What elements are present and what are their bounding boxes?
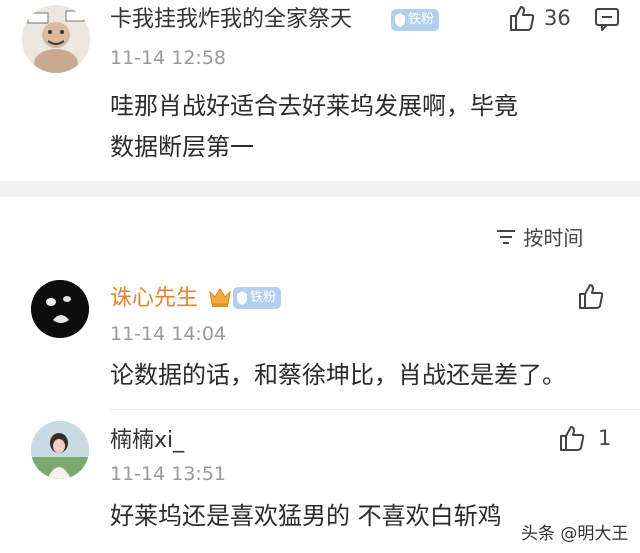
watermark: 头条 @明大王 bbox=[521, 524, 629, 544]
section-divider bbox=[0, 181, 640, 197]
top-comment-reply-button[interactable] bbox=[594, 6, 620, 32]
reply-1-badge-label: 铁粉 bbox=[250, 290, 277, 305]
sort-icon bbox=[497, 230, 515, 244]
reply-2-username[interactable]: 楠楠xi_ bbox=[110, 428, 184, 454]
top-comment-text-line-2: 数据断层第一 bbox=[110, 133, 254, 161]
fan-badge-icon bbox=[395, 13, 405, 27]
top-comment-fan-badge: 铁粉 bbox=[391, 9, 440, 31]
reply-1-timestamp: 11-14 14:04 bbox=[110, 323, 227, 345]
reply-1-fan-badge: 铁粉 bbox=[233, 287, 282, 309]
reply-separator bbox=[110, 409, 640, 410]
reply-2-timestamp: 11-14 13:51 bbox=[110, 463, 227, 485]
reply-2-avatar[interactable] bbox=[31, 421, 89, 479]
reply-1-text: 论数据的话，和蔡徐坤比，肖战还是差了。 bbox=[110, 361, 566, 389]
fan-badge-icon bbox=[237, 291, 247, 305]
reply-2-like-button[interactable] bbox=[558, 424, 586, 452]
top-comment-badge-label: 铁粉 bbox=[408, 12, 435, 27]
top-comment-like-count: 36 bbox=[544, 6, 571, 30]
thumbs-up-icon bbox=[579, 284, 604, 309]
thumbs-up-icon bbox=[560, 426, 585, 451]
top-comment-avatar[interactable] bbox=[22, 5, 90, 73]
top-comment-timestamp: 11-14 12:58 bbox=[110, 47, 227, 69]
top-comment-text-line-1: 哇那肖战好适合去好莱坞发展啊，毕竟 bbox=[110, 92, 518, 120]
sort-by-time-button[interactable]: 按时间 bbox=[495, 222, 583, 251]
comment-icon bbox=[595, 8, 619, 31]
reply-1-crown-badge bbox=[207, 284, 233, 310]
thumbs-up-icon bbox=[510, 6, 535, 31]
reply-1-username[interactable]: 诛心先生 bbox=[110, 286, 198, 312]
reply-2-text: 好莱坞还是喜欢猛男的 不喜欢白斩鸡 bbox=[110, 502, 502, 530]
reply-2-like-count: 1 bbox=[598, 426, 612, 450]
top-comment-like-button[interactable] bbox=[508, 4, 536, 32]
sort-label: 按时间 bbox=[523, 226, 584, 250]
reply-1-avatar[interactable] bbox=[31, 280, 89, 338]
reply-1-like-button[interactable] bbox=[577, 282, 605, 310]
crown-badge-icon bbox=[209, 288, 231, 307]
top-comment-username[interactable]: 卡我挂我炸我的全家祭天 bbox=[110, 7, 352, 33]
